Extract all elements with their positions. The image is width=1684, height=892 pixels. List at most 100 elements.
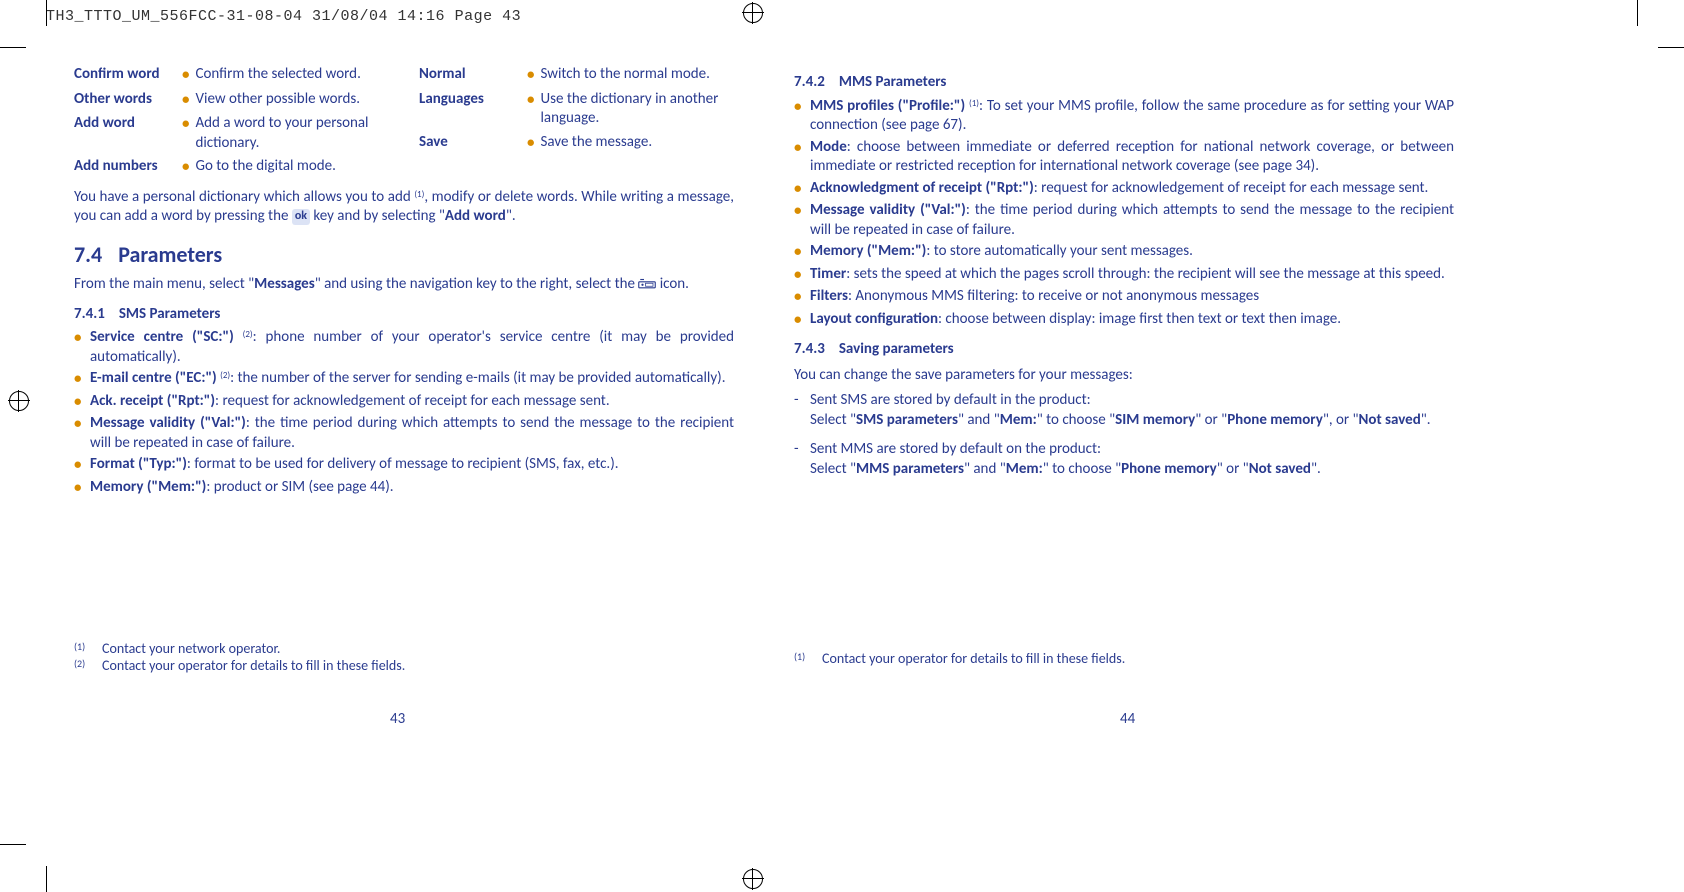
footnote: (2)Contact your operator for details to … — [74, 657, 714, 674]
crop-mark — [46, 0, 47, 26]
bullet-icon: • — [794, 311, 810, 331]
registration-mark — [742, 868, 764, 890]
list-item-content: Filters: Anonymous MMS filtering: to rec… — [810, 287, 1454, 308]
page-left: Confirm word•Confirm the selected word.O… — [74, 65, 734, 502]
list-item: •Message validity ("Val:"): the time per… — [794, 201, 1454, 240]
list-item: •E-mail centre ("EC:") (2): the number o… — [74, 369, 734, 390]
term-row: Add word• Add a word to your personal dic… — [74, 114, 389, 153]
list-item-content: Memory ("Mem:"): to store automatically … — [810, 242, 1454, 263]
list-item-content: Service centre ("SC:") (2): phone number… — [90, 328, 734, 367]
list-item: •Ack. receipt ("Rpt:"): request for ackn… — [74, 392, 734, 413]
footnote-mark: (1) — [74, 640, 102, 657]
page-right: 7.4.2 MMS Parameters •MMS profiles ("Pro… — [794, 65, 1454, 502]
term-description: View other possible words. — [195, 90, 389, 110]
dictionary-paragraph: You have a personal dictionary which all… — [74, 188, 734, 227]
crop-mark — [46, 866, 47, 892]
list-item-content: Memory ("Mem:"): product or SIM (see pag… — [90, 478, 734, 499]
ok-key-badge: ok — [292, 209, 310, 225]
list-item: •Memory ("Mem:"): to store automatically… — [794, 242, 1454, 263]
footnote-text: Contact your network operator. — [102, 640, 280, 657]
bullet-icon: • — [74, 329, 90, 367]
term-description: Confirm the selected word. — [195, 65, 389, 85]
footnote: (1)Contact your network operator. — [74, 640, 714, 657]
subsection-heading: 7.4.1 SMS Parameters — [74, 305, 734, 325]
footnote: (1)Contact your operator for details to … — [794, 650, 1434, 667]
term-row: Confirm word•Confirm the selected word. — [74, 65, 389, 86]
footnote-text: Contact your operator for details to fil… — [102, 657, 405, 674]
bullet-icon: • — [794, 243, 810, 263]
bullet-icon: • — [74, 415, 90, 453]
term-label: Languages — [419, 90, 527, 110]
list-item-content: Layout configuration: choose between dis… — [810, 310, 1454, 331]
footnote-text: Contact your operator for details to fil… — [822, 650, 1125, 667]
term-row: Languages•Use the dictionary in another … — [419, 90, 734, 129]
term-label: Normal — [419, 65, 527, 85]
list-item: •Message validity ("Val:"): the time per… — [74, 414, 734, 453]
page-number-left: 43 — [390, 710, 405, 728]
list-item-content: Sent MMS are stored by default on the pr… — [810, 440, 1454, 479]
section-heading: 7.4 Parameters — [74, 241, 734, 270]
list-item-content: Format ("Typ:"): format to be used for d… — [90, 455, 734, 476]
subsection-heading: 7.4.3 Saving parameters — [794, 340, 1454, 360]
page-number-right: 44 — [1120, 710, 1135, 728]
term-description: Go to the digital mode. — [195, 157, 389, 177]
crop-mark — [1637, 0, 1638, 26]
list-item-content: Message validity ("Val:"): the time peri… — [90, 414, 734, 453]
print-header: TH3_TTTO_UM_556FCC-31-08-04 31/08/04 14:… — [0, 0, 1684, 25]
list-item-content: Ack. receipt ("Rpt:"): request for ackno… — [90, 392, 734, 413]
list-item: •Filters: Anonymous MMS filtering: to re… — [794, 287, 1454, 308]
saving-list: -Sent SMS are stored by default in the p… — [794, 391, 1454, 479]
bullet-icon: • — [794, 98, 810, 136]
term-label: Other words — [74, 90, 182, 110]
term-row: Other words• View other possible words. — [74, 90, 389, 111]
bullet-icon: • — [527, 66, 534, 86]
list-item: •Memory ("Mem:"): product or SIM (see pa… — [74, 478, 734, 499]
list-item: •Mode: choose between immediate or defer… — [794, 138, 1454, 177]
bullet-icon: • — [182, 115, 189, 135]
registration-mark — [8, 390, 30, 412]
list-item: -Sent SMS are stored by default in the p… — [794, 391, 1454, 430]
bullet-icon: • — [794, 202, 810, 240]
bullet-icon: • — [74, 393, 90, 413]
registration-mark — [742, 2, 764, 24]
terms-table: Confirm word•Confirm the selected word.O… — [74, 65, 734, 182]
bullet-icon: • — [74, 370, 90, 390]
list-item-content: E-mail centre ("EC:") (2): the number of… — [90, 369, 734, 390]
term-row: Add numbers• Go to the digital mode. — [74, 157, 389, 178]
footnote-mark: (2) — [74, 657, 102, 674]
tools-icon — [638, 277, 656, 297]
bullet-icon: • — [74, 456, 90, 476]
dash-icon: - — [794, 440, 810, 479]
list-item: •Acknowledgment of receipt ("Rpt:"): req… — [794, 179, 1454, 200]
list-item-content: Acknowledgment of receipt ("Rpt:"): requ… — [810, 179, 1454, 200]
crop-mark — [1658, 47, 1684, 48]
term-label: Add word — [74, 114, 182, 134]
term-label: Save — [419, 133, 527, 153]
footnote-mark: (1) — [794, 650, 822, 667]
list-item: •Service centre ("SC:") (2): phone numbe… — [74, 328, 734, 367]
subsection-heading: 7.4.2 MMS Parameters — [794, 73, 1454, 93]
bullet-icon: • — [794, 180, 810, 200]
crop-mark — [0, 47, 26, 48]
list-item: •Timer: sets the speed at which the page… — [794, 265, 1454, 286]
bullet-icon: • — [794, 139, 810, 177]
list-item: -Sent MMS are stored by default on the p… — [794, 440, 1454, 479]
list-item-content: Sent SMS are stored by default in the pr… — [810, 391, 1454, 430]
term-description: Add a word to your personal dictionary. — [195, 114, 389, 153]
list-item-content: Message validity ("Val:"): the time peri… — [810, 201, 1454, 240]
term-description: Switch to the normal mode. — [540, 65, 734, 85]
dash-icon: - — [794, 391, 810, 430]
bullet-icon: • — [182, 158, 189, 178]
footnotes-left: (1)Contact your network operator.(2)Cont… — [74, 640, 714, 674]
term-row: Normal• Switch to the normal mode. — [419, 65, 734, 86]
bullet-icon: • — [182, 91, 189, 111]
term-label: Add numbers — [74, 157, 182, 177]
bullet-icon: • — [527, 91, 534, 111]
bullet-icon: • — [794, 288, 810, 308]
bullet-icon: • — [527, 134, 534, 154]
list-item-content: MMS profiles ("Profile:") (1): To set yo… — [810, 97, 1454, 136]
bullet-icon: • — [794, 266, 810, 286]
term-label: Confirm word — [74, 65, 182, 85]
list-item: •Layout configuration: choose between di… — [794, 310, 1454, 331]
sms-parameters-list: •Service centre ("SC:") (2): phone numbe… — [74, 328, 734, 498]
